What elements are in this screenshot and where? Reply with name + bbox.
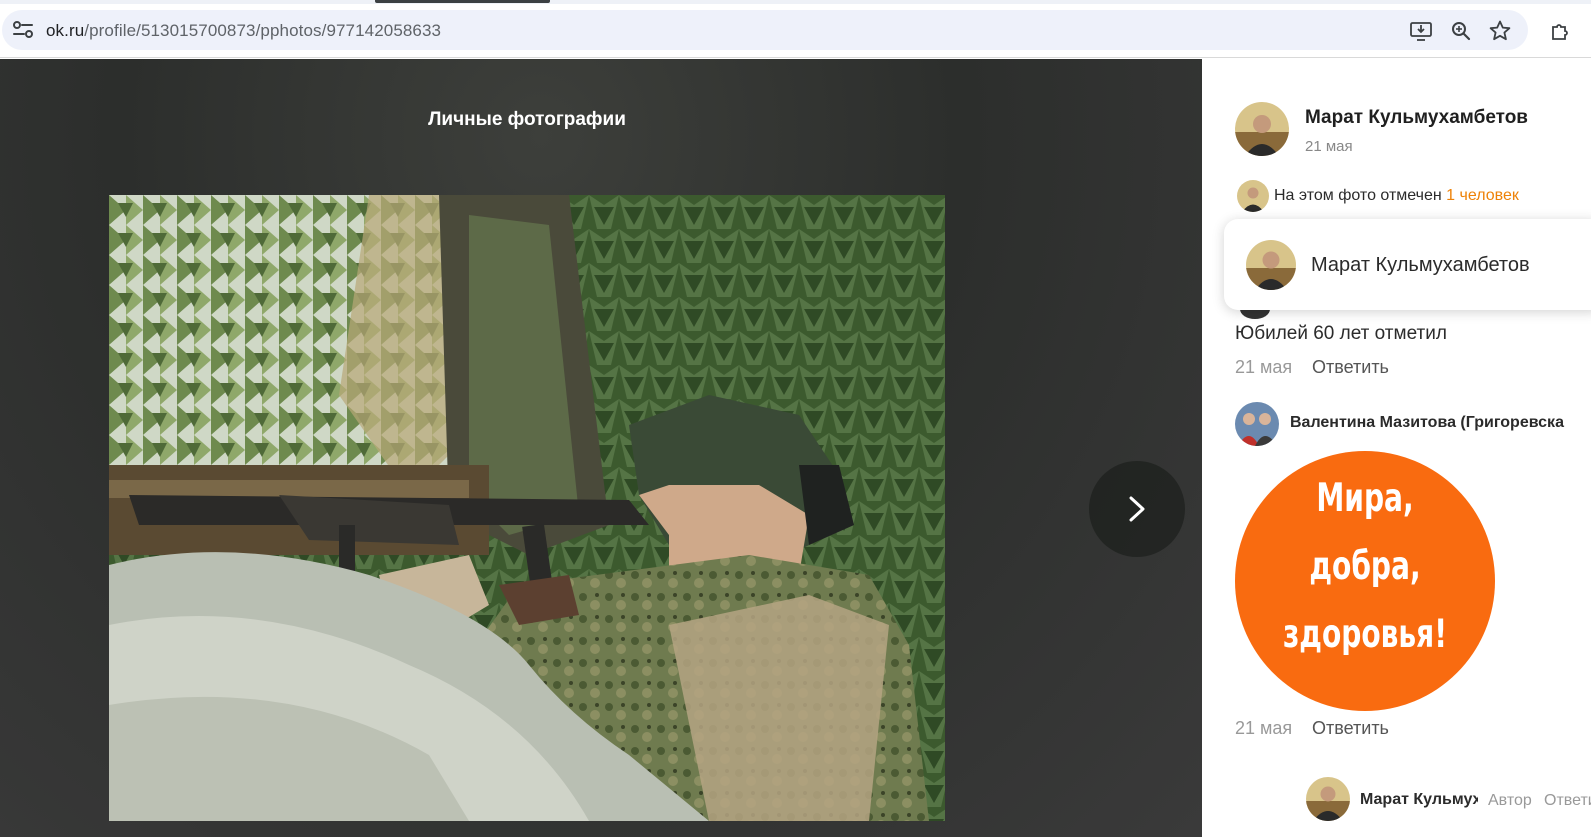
post-date: 21 мая <box>1305 138 1353 155</box>
next-photo-button[interactable] <box>1089 461 1185 557</box>
avatar[interactable] <box>1246 240 1296 290</box>
tagged-count-link[interactable]: 1 человек <box>1446 187 1519 204</box>
avatar-image <box>1235 102 1289 156</box>
author-badge: Автор <box>1488 792 1532 809</box>
avatar-image <box>1237 180 1269 212</box>
site-info-icon[interactable] <box>12 20 34 40</box>
url-host: ok.ru <box>46 21 85 40</box>
reply-link[interactable]: Ответить <box>1312 357 1389 378</box>
avatar[interactable] <box>1306 777 1350 821</box>
tagged-text: На этом фото отмечен 1 человек <box>1274 187 1519 205</box>
url-text[interactable]: ok.ru/profile/513015700873/pphotos/97714… <box>46 21 441 41</box>
comment-author[interactable]: Марат Кульмух <box>1360 791 1478 809</box>
browser-toolbar: ok.ru/profile/513015700873/pphotos/97714… <box>0 0 1591 58</box>
chevron-right-icon <box>1129 496 1145 522</box>
bookmark-star-icon[interactable] <box>1488 19 1512 43</box>
tagged-person-name[interactable]: Марат Кульмухамбетов <box>1311 254 1530 277</box>
avatar-image <box>1246 240 1296 290</box>
comment-text: Юбилей 60 лет отметил <box>1235 323 1447 344</box>
avatar[interactable] <box>1237 180 1269 212</box>
avatar-image <box>1235 402 1279 446</box>
photo-image[interactable] <box>109 195 945 821</box>
reply-link[interactable]: Ответить <box>1544 792 1591 810</box>
photo-side-panel: Марат Кульмухамбетов 21 мая На этом фото… <box>1202 59 1591 837</box>
zoom-icon[interactable] <box>1449 19 1473 43</box>
sticker-line: Мира, <box>1316 476 1414 521</box>
comment-author[interactable]: Валентина Мазитова (Григоревска <box>1290 414 1564 432</box>
photo-viewer: Личные фотографии <box>0 59 1202 837</box>
tab-strip <box>0 0 1591 4</box>
url-path: /profile/513015700873/pphotos/9771420586… <box>84 21 442 40</box>
sticker-line: здоровья! <box>1282 612 1448 657</box>
reply-link[interactable]: Ответить <box>1312 718 1389 739</box>
extensions-icon[interactable] <box>1548 18 1572 42</box>
tagged-label: На этом фото отмечен <box>1274 187 1442 204</box>
sticker-line: добра, <box>1309 544 1421 589</box>
address-bar[interactable]: ok.ru/profile/513015700873/pphotos/97714… <box>2 10 1528 50</box>
comment-date: 21 мая <box>1235 718 1293 738</box>
author-name[interactable]: Марат Кульмухамбетов <box>1305 107 1528 129</box>
album-title[interactable]: Личные фотографии <box>0 109 1054 131</box>
avatar[interactable] <box>1235 402 1279 446</box>
avatar[interactable] <box>1235 102 1289 156</box>
install-app-icon[interactable] <box>1409 19 1433 43</box>
tagged-person-popover[interactable]: Марат Кульмухамбетов <box>1224 219 1591 310</box>
avatar-image <box>1306 777 1350 821</box>
active-tab-indicator[interactable] <box>375 0 550 3</box>
sticker-image: Мира, добра, здоровья! <box>1235 451 1495 711</box>
comment-date: 21 мая <box>1235 357 1293 377</box>
